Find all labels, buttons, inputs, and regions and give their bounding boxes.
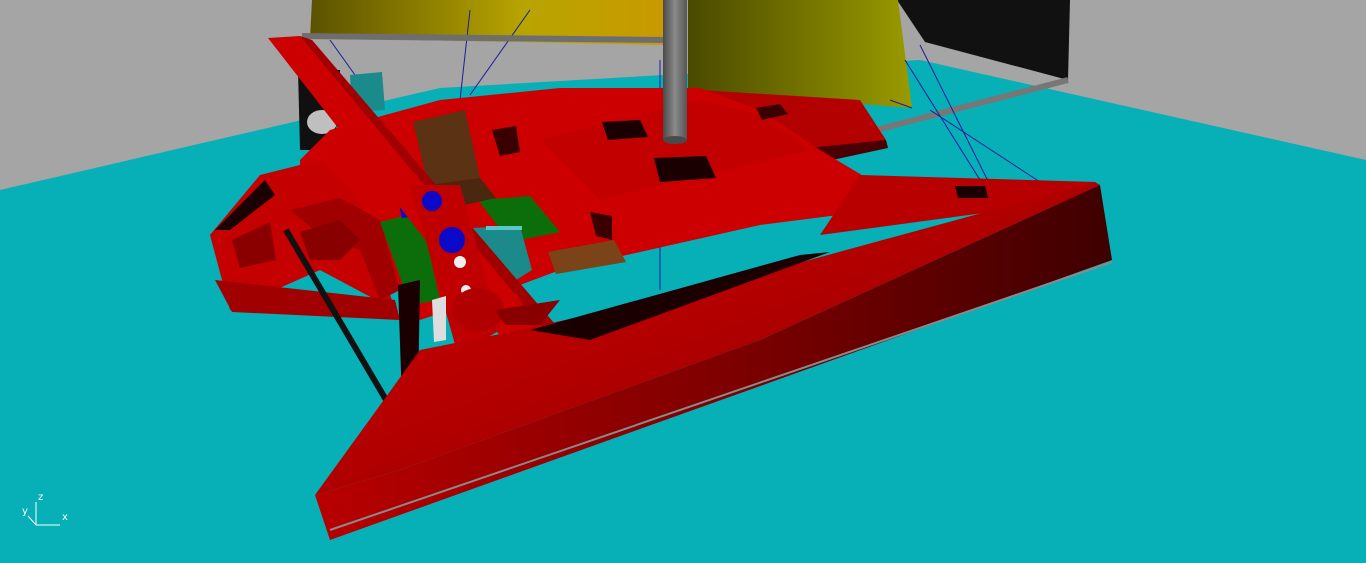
axis-label-y: y (22, 506, 28, 517)
beam-hole-3 (454, 256, 466, 268)
hatch-5 (955, 186, 988, 198)
white-part (432, 296, 446, 342)
beam-hole-2 (439, 227, 465, 253)
cyan-block-top (486, 226, 522, 230)
mast (663, 0, 687, 140)
axis-label-x: x (62, 512, 68, 523)
axis-label-z: z (38, 492, 44, 503)
scene-canvas[interactable] (0, 0, 1366, 563)
hatch-2 (654, 156, 716, 182)
3d-viewport[interactable]: z y x (0, 0, 1366, 563)
hatch-1 (602, 120, 648, 140)
beam-hole-1 (422, 191, 442, 211)
mast-base (663, 136, 687, 144)
axis-tripod-icon (27, 502, 60, 526)
main-boom (301, 33, 667, 43)
